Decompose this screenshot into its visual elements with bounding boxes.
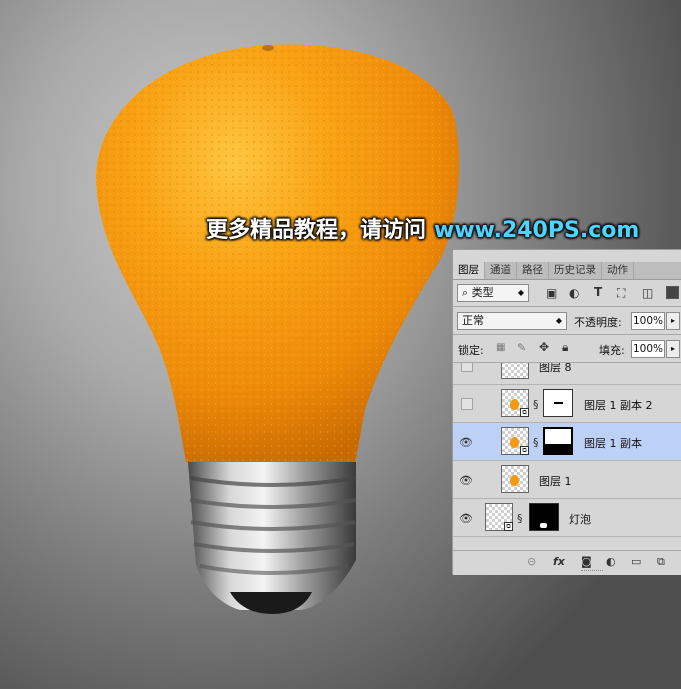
chevron-updown-icon: ◆: [555, 316, 562, 325]
watermark-text: 更多精品教程，请访问 www.240PS.com: [206, 218, 640, 243]
fill-label: 填充:: [599, 344, 625, 357]
opacity-dropdown-icon[interactable]: ▸: [666, 312, 680, 330]
eye-icon[interactable]: 👁︎: [459, 474, 473, 487]
search-icon: ⌕: [462, 286, 472, 299]
layer-mask-thumbnail[interactable]: [543, 389, 573, 417]
smart-object-filter-icon[interactable]: ◫: [642, 286, 653, 300]
layer-thumbnail: ⧉: [501, 427, 529, 455]
visibility-toggle[interactable]: [461, 363, 473, 372]
adjustment-filter-icon[interactable]: ◐: [569, 286, 579, 300]
image-filter-icon[interactable]: ▣: [546, 286, 557, 300]
layer-mask-thumbnail[interactable]: [529, 503, 559, 531]
opacity-input[interactable]: 100%: [631, 312, 665, 330]
tab-channels[interactable]: 通道: [485, 262, 517, 279]
fill-input[interactable]: 100%: [631, 340, 665, 358]
resize-grip[interactable]: [581, 570, 603, 573]
lock-transparent-icon[interactable]: ▦: [496, 342, 505, 353]
filter-type-select[interactable]: ⌕ 类型 ◆: [457, 284, 529, 302]
lock-all-icon[interactable]: 🔒︎: [562, 340, 568, 355]
layer-name: 图层 1 副本 2: [584, 399, 653, 412]
layer-row-selected[interactable]: 👁︎ ⧉ § 图层 1 副本: [453, 423, 681, 461]
type-filter-icon[interactable]: T: [594, 285, 602, 299]
layer-name: 图层 8: [539, 363, 572, 374]
shape-filter-icon[interactable]: ⛶: [617, 286, 625, 301]
layer-row[interactable]: ⧉ § 图层 1 副本 2: [453, 385, 681, 423]
blend-mode-select[interactable]: 正常 ◆: [457, 312, 567, 330]
chevron-updown-icon: ◆: [517, 288, 524, 297]
layer-thumbnail: [501, 363, 529, 379]
lock-paint-icon[interactable]: ✎: [517, 341, 526, 354]
layers-list: 图层 8 ⧉ § 图层 1 副本 2 👁︎ ⧉ § 图层 1 副本 👁︎ 图层 …: [453, 363, 681, 550]
tab-history[interactable]: 历史记录: [549, 262, 602, 279]
tab-paths[interactable]: 路径: [517, 262, 549, 279]
layer-name: 图层 1 副本: [584, 437, 642, 450]
eye-icon[interactable]: 👁︎: [459, 512, 473, 525]
layer-thumbnail: ⧉: [501, 389, 529, 417]
link-icon: §: [533, 436, 539, 449]
lock-position-icon[interactable]: ✥: [539, 340, 549, 354]
smart-object-icon: ⧉: [504, 522, 513, 531]
layer-row[interactable]: 👁︎ ⧉ § 灯泡: [453, 499, 681, 537]
panel-tabs: 图层 通道 路径 历史记录 动作: [453, 262, 681, 280]
layer-thumbnail: [501, 465, 529, 493]
tab-layers[interactable]: 图层: [453, 262, 485, 279]
link-layers-icon[interactable]: ⊝: [527, 555, 536, 568]
smart-object-icon: ⧉: [520, 446, 529, 455]
opacity-label: 不透明度:: [574, 316, 622, 329]
folder-icon[interactable]: ▭: [631, 555, 641, 568]
link-icon: §: [533, 398, 539, 411]
link-icon: §: [517, 512, 523, 525]
lock-label: 锁定:: [458, 344, 484, 357]
layers-panel: 图层 通道 路径 历史记录 动作 ⌕ 类型 ◆ ▣ ◐ T ⛶ ◫ 正常 ◆ 不透明…: [452, 249, 681, 575]
adjustment-icon[interactable]: ◐: [606, 555, 616, 568]
watermark-url: www.240PS.com: [434, 218, 640, 243]
layer-row[interactable]: 👁︎ 图层 1: [453, 461, 681, 499]
smart-object-icon: ⧉: [520, 408, 529, 417]
layer-name: 图层 1: [539, 475, 572, 488]
tab-actions[interactable]: 动作: [602, 262, 634, 279]
panel-bottom-toolbar: ⊝ fx ◙ ◐ ▭ ⧉: [453, 550, 681, 575]
layer-mask-thumbnail[interactable]: [543, 427, 573, 455]
mask-icon[interactable]: ◙: [581, 555, 592, 568]
layer-name: 灯泡: [569, 513, 591, 526]
visibility-toggle[interactable]: [461, 398, 473, 410]
new-layer-icon[interactable]: ⧉: [657, 555, 665, 569]
layer-thumbnail: ⧉: [485, 503, 513, 531]
filter-toggle-icon[interactable]: [666, 286, 679, 299]
layer-row[interactable]: 图层 8: [453, 363, 681, 385]
fill-dropdown-icon[interactable]: ▸: [666, 340, 680, 358]
eye-icon[interactable]: 👁︎: [459, 436, 473, 449]
fx-icon[interactable]: fx: [553, 555, 565, 568]
